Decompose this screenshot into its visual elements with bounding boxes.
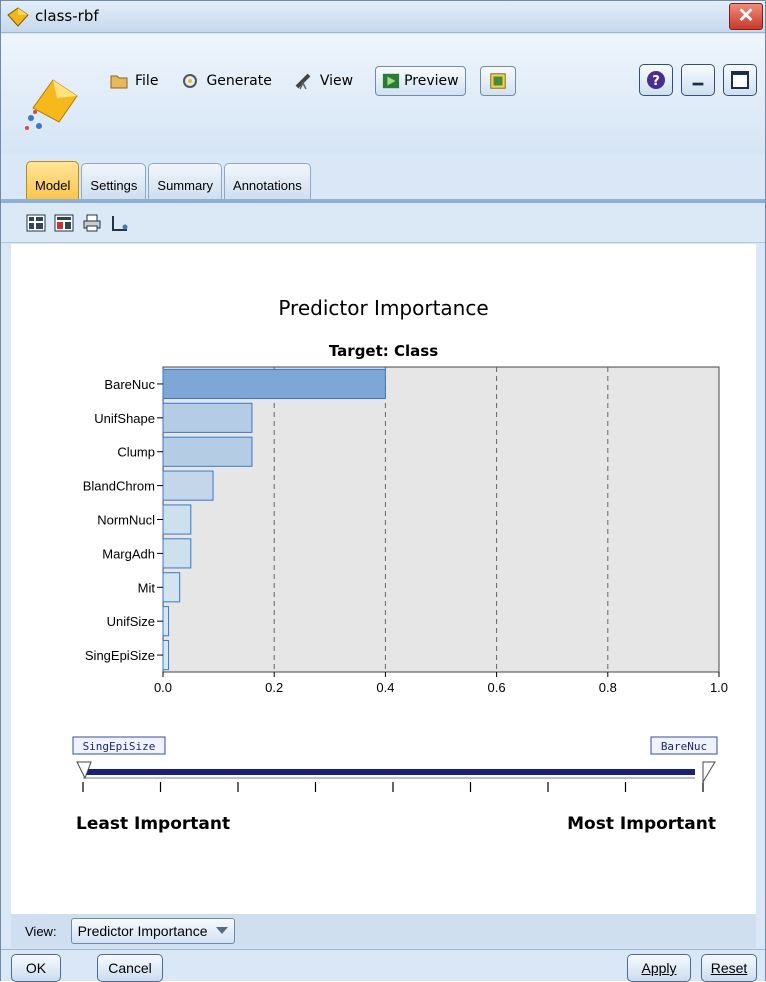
preview-label: Preview [404, 73, 459, 89]
svg-text:?: ? [652, 74, 660, 89]
dialog-window: class-rbf ✕ File Generate View Preview ?… [0, 0, 766, 982]
bar-unifshape [162, 402, 253, 433]
preview-icon [382, 73, 400, 89]
view-label: View [319, 73, 354, 89]
least-important-label: Least Important [76, 814, 231, 834]
ok-button[interactable]: OK [11, 954, 61, 982]
x-tick-label: 1.0 [710, 680, 728, 695]
chart-options-icon[interactable] [110, 213, 130, 233]
y-tick-label: UnifShape [94, 411, 155, 426]
export-icon [489, 73, 506, 89]
slider-min-label: SingEpiSize [83, 740, 156, 753]
y-tick-label: MargAdh [102, 546, 155, 561]
x-tick-label: 0.8 [599, 680, 617, 695]
minimize-icon [692, 82, 704, 86]
model-gem-icon [25, 79, 78, 130]
x-tick-label: 0.4 [376, 680, 394, 695]
reset-label: Reset [710, 960, 748, 976]
y-tick-label: Mit [138, 580, 156, 595]
bar-blandchrom [162, 470, 214, 501]
model-toolbar [1, 203, 765, 243]
bar-normnucl [162, 504, 192, 535]
cancel-label: Cancel [108, 960, 152, 976]
tab-label: Model [35, 178, 71, 193]
tab-label: Settings [90, 178, 138, 193]
file-label: File [135, 73, 159, 89]
folder-icon [110, 75, 128, 89]
view-row: View: Predictor Importance [11, 914, 756, 948]
slider-max-label: BareNuc [661, 740, 707, 753]
cancel-button[interactable]: Cancel [97, 954, 163, 982]
table-view-icon[interactable] [54, 213, 74, 233]
view-menu[interactable]: View [294, 71, 353, 91]
bar-barenuc [162, 368, 386, 400]
print-icon[interactable] [82, 213, 102, 233]
y-tick-label: Clump [117, 445, 155, 460]
tab-label: Summary [157, 178, 214, 193]
view-row-label: View: [25, 923, 57, 939]
window-title: class-rbf [35, 7, 99, 25]
help-button[interactable]: ? [639, 64, 673, 96]
tab-bar: Model Settings Summary Annotations [26, 161, 311, 199]
view-select[interactable]: Predictor Importance [70, 918, 235, 944]
y-tick-label: UnifSize [107, 614, 155, 629]
y-tick-label: SingEpiSize [85, 648, 155, 663]
toolbar: File Generate View Preview [109, 64, 516, 98]
bar-singepisize [162, 639, 170, 671]
apply-button[interactable]: Apply [627, 954, 691, 982]
window-controls: ? [639, 64, 757, 96]
tab-summary[interactable]: Summary [148, 163, 223, 199]
bar-unifsize [162, 606, 170, 637]
chart-panel: Predictor Importance Target: Class 0.0 0.… [11, 244, 756, 914]
y-tick-label: NormNucl [97, 513, 155, 528]
title-bar[interactable]: class-rbf ✕ [1, 1, 765, 33]
y-tick-label: BareNuc [104, 377, 155, 392]
help-icon: ? [647, 71, 665, 89]
tab-settings[interactable]: Settings [81, 163, 147, 199]
file-menu[interactable]: File [109, 71, 158, 91]
bar-clump [162, 436, 253, 467]
x-tick-label: 0.0 [154, 680, 172, 695]
maximize-button[interactable] [723, 64, 757, 96]
bar-margadh [162, 538, 192, 569]
importance-slider-track [83, 769, 695, 775]
tab-model[interactable]: Model [26, 161, 80, 199]
model-nugget-icon [7, 7, 29, 27]
export-button[interactable] [479, 66, 516, 96]
tree-view-icon[interactable] [26, 213, 46, 233]
minimize-button[interactable] [681, 64, 715, 96]
close-button[interactable]: ✕ [729, 3, 763, 30]
maximize-icon [731, 71, 749, 89]
preview-button[interactable]: Preview [375, 66, 466, 96]
button-bar: OK Cancel Apply Reset [1, 949, 765, 982]
y-tick-label: BlandChrom [83, 479, 155, 494]
ok-label: OK [25, 960, 47, 976]
most-important-label: Most Important [567, 814, 716, 834]
apply-label: Apply [641, 960, 677, 976]
x-tick-label: 0.2 [265, 680, 283, 695]
slider-max-handle [702, 761, 716, 784]
telescope-icon [295, 73, 311, 90]
reset-button[interactable]: Reset [701, 954, 757, 982]
view-select-value: Predictor Importance [77, 923, 208, 939]
generate-icon [183, 74, 198, 88]
header-area: File Generate View Preview ? [1, 34, 765, 154]
generate-menu[interactable]: Generate [180, 71, 272, 91]
bar-mit [162, 572, 181, 603]
generate-label: Generate [206, 73, 272, 89]
tab-label: Annotations [233, 178, 302, 193]
dropdown-arrow-icon [215, 927, 228, 934]
tab-annotations[interactable]: Annotations [224, 163, 311, 199]
x-tick-label: 0.6 [488, 680, 506, 695]
